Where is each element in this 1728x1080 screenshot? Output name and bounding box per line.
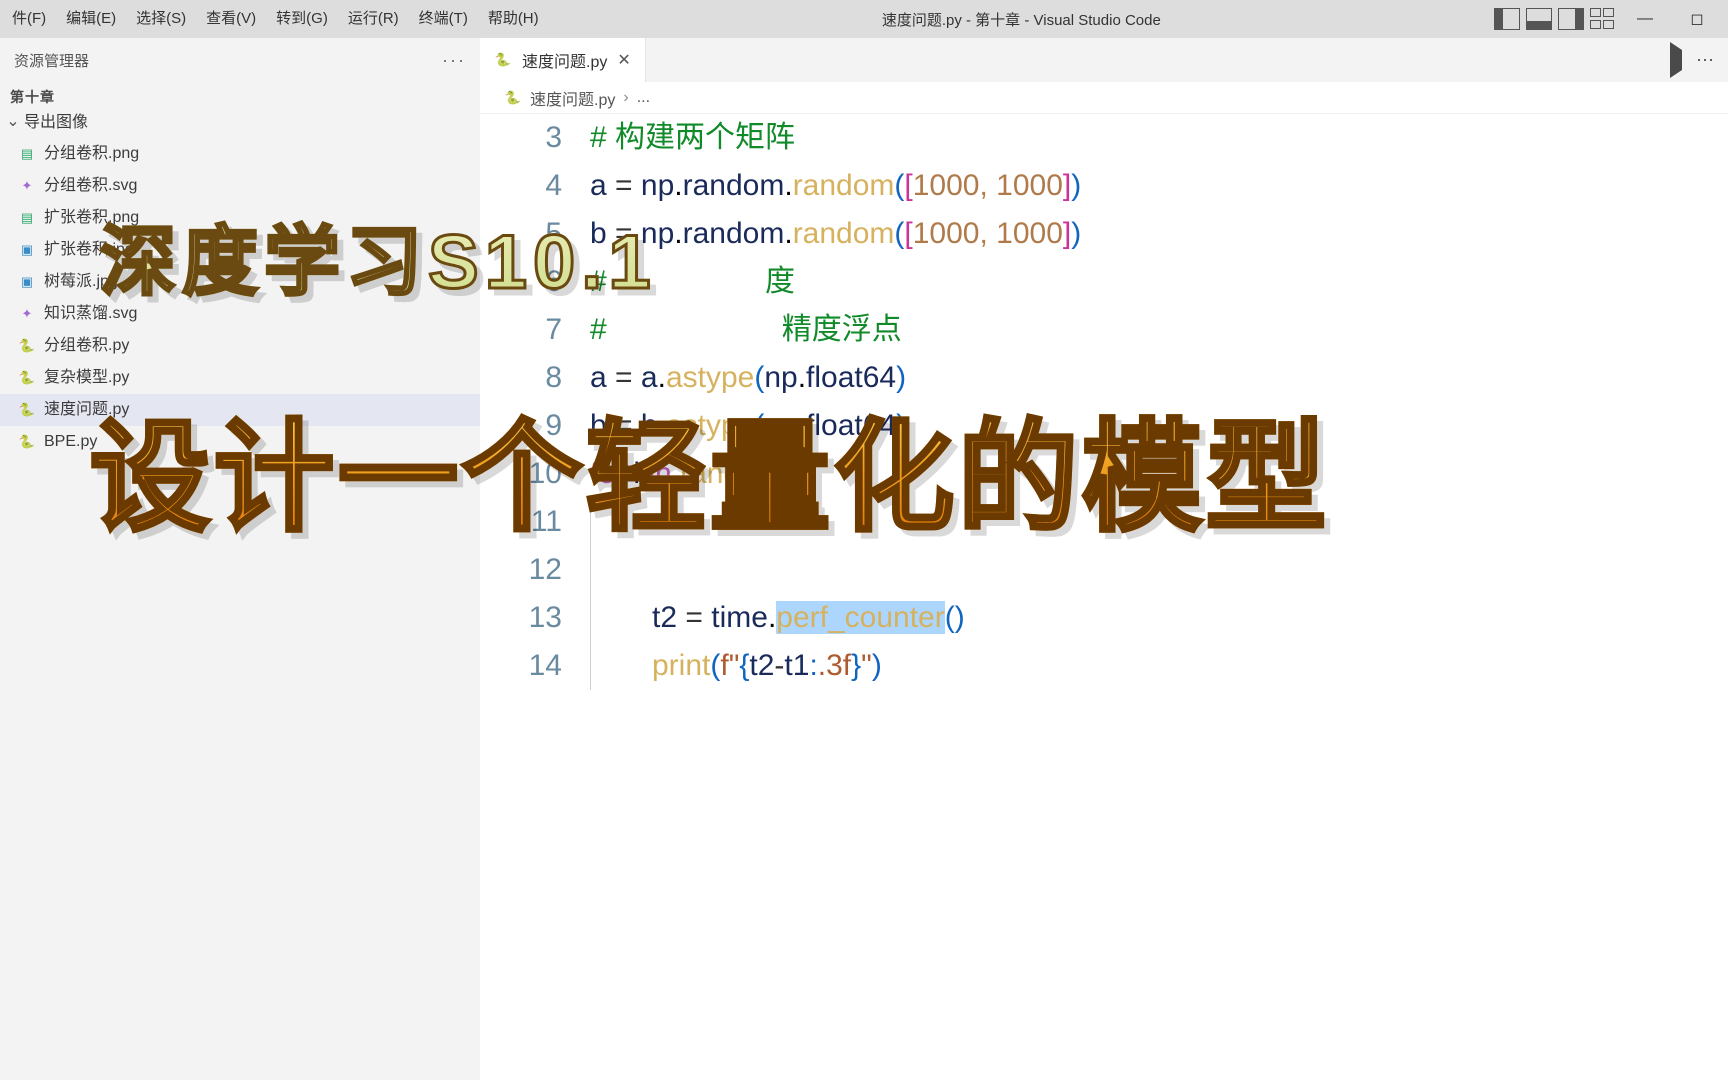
menu-bar: 件(F) 编辑(E) 选择(S) 查看(V) 转到(G) 运行(R) 终端(T)…: [0, 0, 549, 38]
code-line[interactable]: 11: [480, 498, 1728, 546]
menu-select[interactable]: 选择(S): [126, 0, 196, 38]
line-number: 3: [480, 114, 590, 162]
tree-folder-export[interactable]: ⌄ 导出图像: [0, 108, 480, 138]
file-item[interactable]: 🐍 分组卷积.py: [0, 330, 480, 362]
breadcrumb-more: ...: [637, 89, 650, 107]
python-icon: 🐍: [504, 89, 522, 107]
menu-help[interactable]: 帮助(H): [478, 0, 549, 38]
line-number: 13: [480, 594, 590, 642]
line-number: 5: [480, 210, 590, 258]
explorer-header: 资源管理器 ···: [0, 38, 480, 82]
line-number: 12: [480, 546, 590, 594]
file-name: 树莓派.jpg: [44, 266, 118, 298]
file-name: 复杂模型.py: [44, 362, 129, 394]
python-icon: 🐍: [494, 51, 512, 69]
file-name: 分组卷积.svg: [44, 170, 137, 202]
file-tree: ▤ 分组卷积.png ✦ 分组卷积.svg ▤ 扩张卷积.png ▣ 扩张卷积.jpg ▣ 树莓派…: [0, 138, 480, 458]
title-bar: 件(F) 编辑(E) 选择(S) 查看(V) 转到(G) 运行(R) 终端(T)…: [0, 0, 1728, 38]
file-item[interactable]: ✦ 知识蒸馏.svg: [0, 298, 480, 330]
chevron-down-icon: ⌄: [6, 107, 20, 137]
layout-grid-icon[interactable]: [1590, 8, 1616, 30]
tree-folder-label: 导出图像: [24, 108, 88, 138]
jpg-icon: ▣: [18, 273, 36, 291]
run-icon[interactable]: [1670, 50, 1682, 71]
line-number: 14: [480, 642, 590, 690]
code-line[interactable]: 9b = b.astype(np.float64): [480, 402, 1728, 450]
py-icon: 🐍: [18, 337, 36, 355]
line-number: 8: [480, 354, 590, 402]
close-icon[interactable]: ✕: [617, 50, 630, 70]
py-icon: 🐍: [18, 401, 36, 419]
window-title: 速度问题.py - 第十章 - Visual Studio Code: [549, 9, 1494, 30]
menu-terminal[interactable]: 终端(T): [409, 0, 478, 38]
file-name: 分组卷积.png: [44, 138, 139, 170]
layout-left-icon[interactable]: [1494, 8, 1520, 30]
file-item[interactable]: ✦ 分组卷积.svg: [0, 170, 480, 202]
file-name: 扩张卷积.png: [44, 202, 139, 234]
code-line[interactable]: 6# 度: [480, 258, 1728, 306]
explorer-title: 资源管理器: [14, 50, 89, 71]
editor-tabs: 🐍 速度问题.py ✕ ⋯: [480, 38, 1728, 82]
breadcrumb-file: 速度问题.py: [530, 86, 615, 110]
title-right: — ◻: [1494, 0, 1728, 38]
py-icon: 🐍: [18, 369, 36, 387]
svg-icon: ✦: [18, 305, 36, 323]
tab-more-icon[interactable]: ⋯: [1696, 50, 1714, 71]
explorer-sidebar: 第十章 ⌄ 导出图像 ▤ 分组卷积.png ✦ 分组卷积.svg ▤ 扩张卷积.png ▣ 扩…: [0, 82, 480, 1080]
file-item[interactable]: 🐍 BPE.py: [0, 426, 480, 458]
line-number: 6: [480, 258, 590, 306]
line-number: 11: [480, 498, 590, 546]
minimize-button[interactable]: —: [1622, 0, 1668, 38]
tab-label: 速度问题.py: [522, 48, 607, 72]
line-number: 9: [480, 402, 590, 450]
breadcrumb[interactable]: 🐍 速度问题.py › ...: [480, 82, 1728, 114]
jpg-icon: ▣: [18, 241, 36, 259]
code-line[interactable]: 5b = np.random.random([1000, 1000]): [480, 210, 1728, 258]
png-icon: ▤: [18, 209, 36, 227]
code-line[interactable]: 4a = np.random.random([1000, 1000]): [480, 162, 1728, 210]
menu-edit[interactable]: 编辑(E): [56, 0, 126, 38]
file-name: 知识蒸馏.svg: [44, 298, 137, 330]
file-item[interactable]: ▤ 分组卷积.png: [0, 138, 480, 170]
file-item[interactable]: ▤ 扩张卷积.png: [0, 202, 480, 234]
file-name: 速度问题.py: [44, 394, 129, 426]
layout-bottom-icon[interactable]: [1526, 8, 1552, 30]
py-icon: 🐍: [18, 433, 36, 451]
code-line[interactable]: 7# 精度浮点: [480, 306, 1728, 354]
png-icon: ▤: [18, 145, 36, 163]
file-item[interactable]: ▣ 树莓派.jpg: [0, 266, 480, 298]
svg-icon: ✦: [18, 177, 36, 195]
code-line[interactable]: 8a = a.astype(np.float64): [480, 354, 1728, 402]
file-name: 分组卷积.py: [44, 330, 129, 362]
code-line[interactable]: 3# 构建两个矩阵: [480, 114, 1728, 162]
tab-speed[interactable]: 🐍 速度问题.py ✕: [480, 38, 646, 82]
file-item[interactable]: ▣ 扩张卷积.jpg: [0, 234, 480, 266]
explorer-more-icon[interactable]: ···: [442, 50, 466, 71]
code-editor[interactable]: 3# 构建两个矩阵4a = np.random.random([1000, 10…: [480, 114, 1728, 1080]
chevron-right-icon: ›: [623, 89, 628, 107]
code-line[interactable]: 12: [480, 546, 1728, 594]
code-line[interactable]: 13t2 = time.perf_counter(): [480, 594, 1728, 642]
line-number: 4: [480, 162, 590, 210]
menu-view[interactable]: 查看(V): [196, 0, 266, 38]
line-number: 7: [480, 306, 590, 354]
maximize-button[interactable]: ◻: [1674, 0, 1720, 38]
menu-go[interactable]: 转到(G): [266, 0, 338, 38]
line-number: 10: [480, 450, 590, 498]
code-line[interactable]: 10for i in range(10):: [480, 450, 1728, 498]
file-item[interactable]: 🐍 速度问题.py: [0, 394, 480, 426]
file-name: BPE.py: [44, 426, 97, 458]
menu-run[interactable]: 运行(R): [338, 0, 409, 38]
tree-root[interactable]: 第十章: [0, 82, 480, 108]
file-item[interactable]: 🐍 复杂模型.py: [0, 362, 480, 394]
file-name: 扩张卷积.jpg: [44, 234, 134, 266]
layout-right-icon[interactable]: [1558, 8, 1584, 30]
menu-file[interactable]: 件(F): [2, 0, 56, 38]
code-line[interactable]: 14print(f"{t2-t1:.3f}"): [480, 642, 1728, 690]
